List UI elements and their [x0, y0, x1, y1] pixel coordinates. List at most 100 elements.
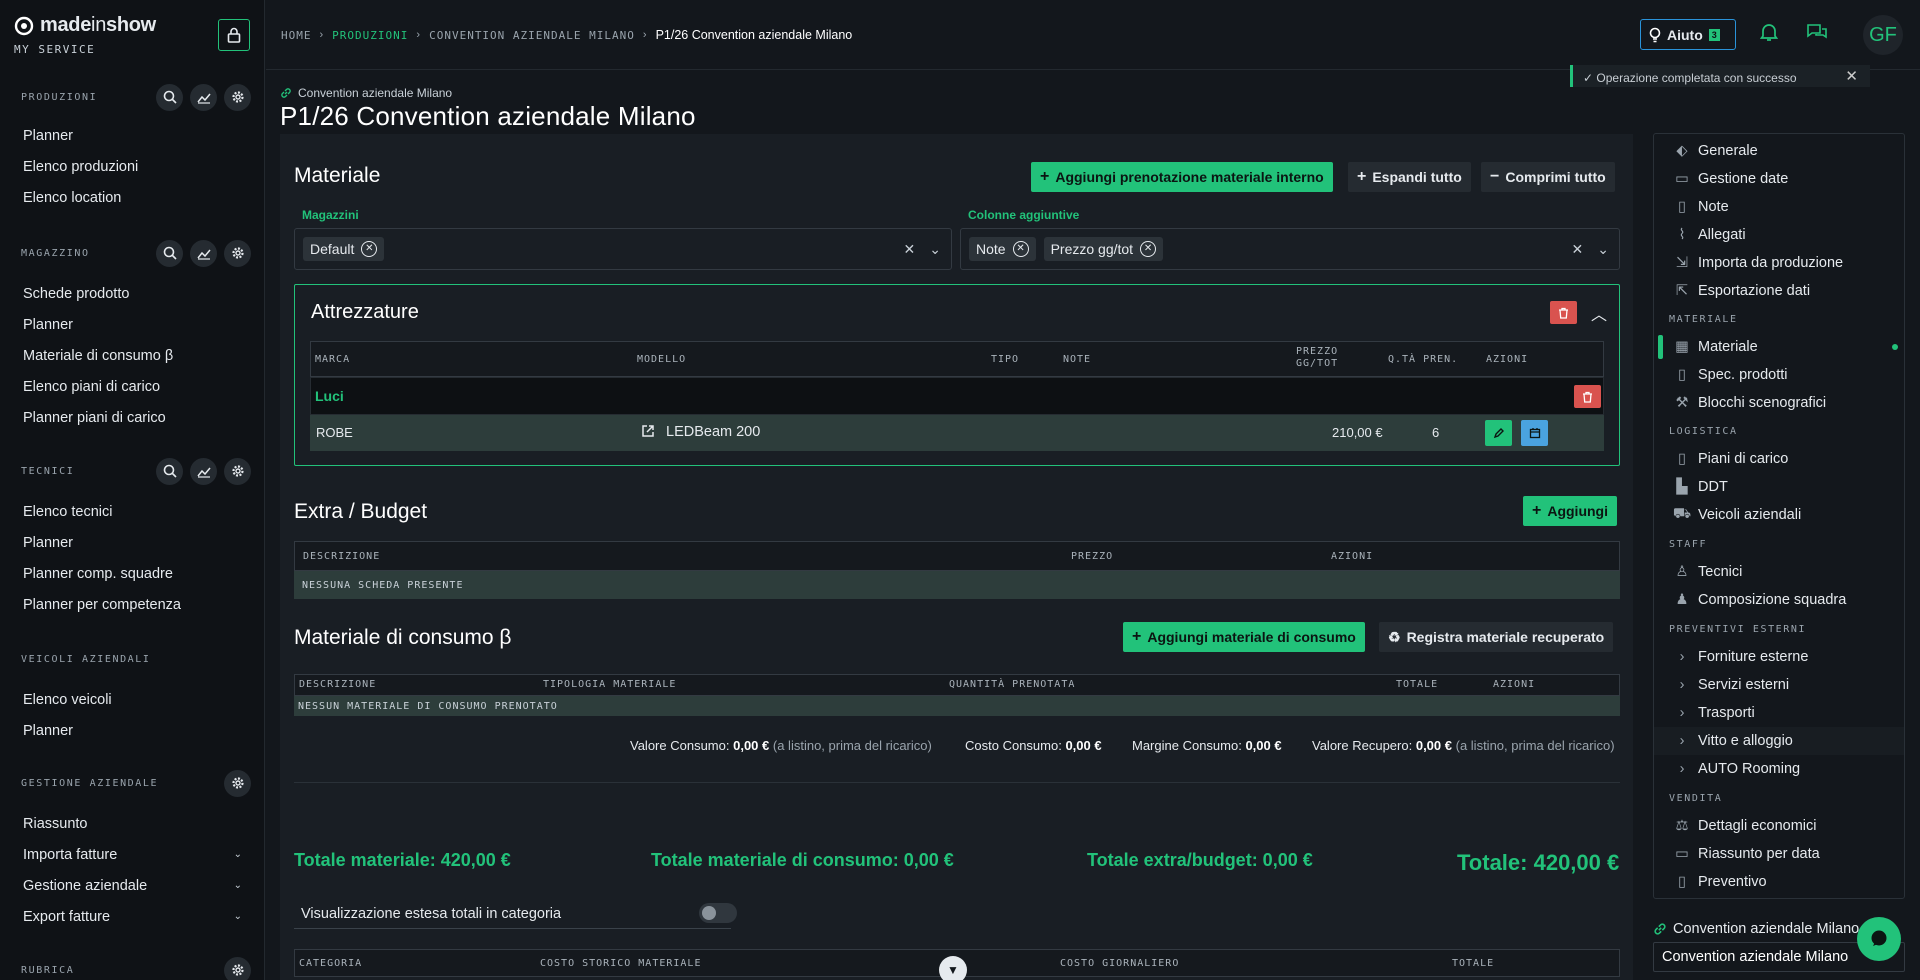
- sidebar-item-elenco-tecnici[interactable]: Elenco tecnici: [0, 496, 264, 527]
- close-icon[interactable]: ✕: [1845, 67, 1858, 85]
- sidebar-item-planner[interactable]: Planner: [0, 120, 264, 151]
- remove-chip-icon[interactable]: ✕: [1012, 241, 1029, 257]
- clear-icon[interactable]: ✕: [904, 241, 916, 258]
- avatar[interactable]: GF: [1863, 15, 1903, 55]
- remove-chip-icon[interactable]: ✕: [361, 241, 378, 257]
- calendar-button[interactable]: [1521, 420, 1548, 446]
- document-icon: ▯: [1678, 367, 1686, 383]
- warehouses-select[interactable]: Default ✕ ✕ ⌄: [294, 228, 952, 270]
- nav-servizi-esterni[interactable]: › Servizi esterni: [1654, 671, 1904, 699]
- add-consumable-button[interactable]: + Aggiungi materiale di consumo: [1123, 622, 1365, 652]
- sidebar-item-elenco-veicoli[interactable]: Elenco veicoli: [0, 684, 264, 715]
- document-icon: ▯: [1678, 874, 1686, 890]
- nav-label: Gestione date: [1698, 171, 1789, 187]
- sidebar-item-riassunto[interactable]: Riassunto: [0, 808, 264, 839]
- sidebar-item-importa-fatture[interactable]: Importa fatture ⌄: [0, 839, 264, 870]
- chevron-up-icon[interactable]: ︿: [1591, 301, 1607, 325]
- gear-icon[interactable]: [224, 769, 251, 797]
- gear-icon[interactable]: [224, 457, 251, 485]
- nav-vitto-alloggio[interactable]: › Vitto e alloggio: [1654, 727, 1904, 755]
- register-recovered-button[interactable]: ♻ Registra materiale recuperato: [1379, 622, 1614, 652]
- nav-preventivo[interactable]: ▯ Preventivo: [1654, 868, 1904, 896]
- chart-icon[interactable]: [190, 239, 217, 267]
- chevron-right-icon: ›: [642, 29, 648, 41]
- gear-icon[interactable]: [224, 239, 251, 267]
- cell-modello[interactable]: LEDBeam 200: [666, 424, 760, 440]
- clear-icon[interactable]: ✕: [1572, 241, 1584, 258]
- lock-sidebar-button[interactable]: [218, 19, 250, 51]
- export-icon: ⇱: [1675, 283, 1689, 299]
- bell-icon[interactable]: [1759, 22, 1779, 45]
- chevron-down-icon[interactable]: ⌄: [929, 241, 941, 258]
- col-prezzo-line1: PREZZO: [1296, 346, 1339, 357]
- delete-category-button[interactable]: [1574, 385, 1601, 408]
- user-icon: ♙: [1675, 564, 1689, 580]
- search-icon[interactable]: [156, 239, 183, 267]
- external-link-icon[interactable]: [641, 424, 655, 441]
- breadcrumb-produzioni[interactable]: PRODUZIONI: [332, 29, 408, 42]
- sidebar-item-planner[interactable]: Planner: [0, 527, 264, 558]
- chat-icon[interactable]: [1806, 22, 1828, 45]
- nav-forniture-esterne[interactable]: › Forniture esterne: [1654, 643, 1904, 671]
- breadcrumb-convention[interactable]: CONVENTION AZIENDALE MILANO: [429, 29, 635, 42]
- col-azioni: AZIONI: [1331, 551, 1374, 562]
- nav-ddt[interactable]: ▙ DDT: [1654, 473, 1904, 501]
- delete-group-button[interactable]: [1550, 301, 1577, 324]
- nav-tecnici[interactable]: ♙ Tecnici: [1654, 558, 1904, 586]
- cell-marca: ROBE: [316, 425, 353, 440]
- brand-logo[interactable]: madeinshow MY SERVICE: [14, 14, 156, 56]
- add-extra-button[interactable]: + Aggiungi: [1523, 496, 1617, 526]
- sidebar-item-gestione-aziendale[interactable]: Gestione aziendale ⌄: [0, 870, 264, 901]
- nav-esportazione-dati[interactable]: ⇱ Esportazione dati: [1654, 277, 1904, 305]
- help-button[interactable]: Aiuto 3: [1640, 19, 1736, 50]
- sidebar-item-elenco-produzioni[interactable]: Elenco produzioni: [0, 151, 264, 182]
- sidebar-item-planner-piani-carico[interactable]: Planner piani di carico: [0, 402, 264, 433]
- nav-gestione-date[interactable]: ▭ Gestione date: [1654, 165, 1904, 193]
- col-tipo: TIPO: [991, 354, 1020, 365]
- nav-piani-carico[interactable]: ▯ Piani di carico: [1654, 445, 1904, 473]
- production-link[interactable]: Convention aziendale Milano: [1653, 921, 1859, 937]
- chip-label: Default: [310, 241, 355, 257]
- nav-allegati[interactable]: ⌇ Allegati: [1654, 221, 1904, 249]
- nav-note[interactable]: ▯ Note: [1654, 193, 1904, 221]
- nav-materiale[interactable]: ▦ Materiale: [1654, 333, 1904, 361]
- sidebar-item-planner[interactable]: Planner: [0, 715, 264, 746]
- nav-composizione-squadra[interactable]: ♟ Composizione squadra: [1654, 586, 1904, 614]
- breadcrumb-home[interactable]: HOME: [281, 29, 312, 42]
- chart-icon[interactable]: [190, 457, 217, 485]
- search-icon[interactable]: [156, 83, 183, 111]
- chat-support-button[interactable]: [1857, 917, 1901, 961]
- remove-chip-icon[interactable]: ✕: [1140, 241, 1157, 257]
- chevron-down-icon[interactable]: ⌄: [1597, 241, 1609, 258]
- sidebar-item-export-fatture[interactable]: Export fatture ⌄: [0, 901, 264, 932]
- nav-generale[interactable]: ⬖ Generale: [1654, 137, 1904, 165]
- scroll-down-button[interactable]: ▼: [939, 956, 967, 980]
- nav-auto-rooming[interactable]: › AUTO Rooming: [1654, 755, 1904, 783]
- nav-spec-prodotti[interactable]: ▯ Spec. prodotti: [1654, 361, 1904, 389]
- collapse-all-button[interactable]: − Comprimi tutto: [1481, 162, 1615, 192]
- sidebar-item-planner-competenza[interactable]: Planner per competenza: [0, 589, 264, 620]
- sidebar-item-planner-comp-squadre[interactable]: Planner comp. squadre: [0, 558, 264, 589]
- sidebar-item-elenco-piani-carico[interactable]: Elenco piani di carico: [0, 371, 264, 402]
- sidebar-item-planner[interactable]: Planner: [0, 309, 264, 340]
- nav-blocchi-scenografici[interactable]: ⚒ Blocchi scenografici: [1654, 389, 1904, 417]
- search-icon[interactable]: [156, 457, 183, 485]
- nav-veicoli-aziendali[interactable]: ⛟ Veicoli aziendali: [1654, 501, 1904, 529]
- sidebar-item-materiale-consumo[interactable]: Materiale di consumo β: [0, 340, 264, 371]
- sidebar-item-schede-prodotto[interactable]: Schede prodotto: [0, 278, 264, 309]
- nav-riassunto-data[interactable]: ▭ Riassunto per data: [1654, 840, 1904, 868]
- nav-dettagli-economici[interactable]: ⚖ Dettagli economici: [1654, 812, 1904, 840]
- edit-button[interactable]: [1485, 420, 1512, 446]
- nav-importa-produzione[interactable]: ⇲ Importa da produzione: [1654, 249, 1904, 277]
- extra-columns-select[interactable]: Note ✕ Prezzo gg/tot ✕ ✕ ⌄: [960, 228, 1620, 270]
- sidebar-section-veicoli: VEICOLI AZIENDALI Elenco veicoli Planner: [0, 644, 264, 746]
- parent-production-link[interactable]: Convention aziendale Milano: [280, 86, 452, 100]
- extended-totals-toggle[interactable]: [699, 903, 737, 923]
- expand-all-button[interactable]: + Espandi tutto: [1348, 162, 1471, 192]
- add-internal-booking-button[interactable]: + Aggiungi prenotazione materiale interno: [1031, 162, 1333, 192]
- nav-trasporti[interactable]: › Trasporti: [1654, 699, 1904, 727]
- sidebar-item-elenco-location[interactable]: Elenco location: [0, 182, 264, 213]
- gear-icon[interactable]: [224, 83, 251, 111]
- chart-icon[interactable]: [190, 83, 217, 111]
- gear-icon[interactable]: [224, 956, 251, 980]
